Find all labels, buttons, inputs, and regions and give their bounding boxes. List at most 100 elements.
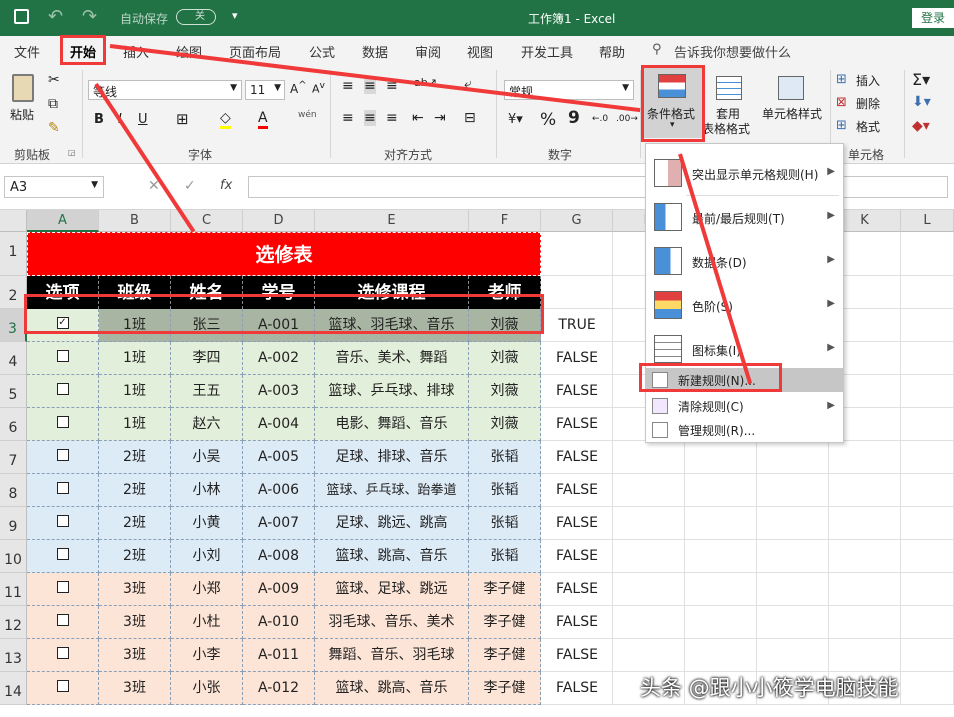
save-icon[interactable] — [14, 9, 29, 24]
align-left-icon[interactable]: ≡ — [342, 110, 354, 126]
empty-cell[interactable] — [613, 540, 685, 573]
tab-formulas[interactable]: 公式 — [309, 42, 335, 61]
checkbox[interactable] — [56, 680, 69, 692]
cell-name[interactable]: 李四 — [171, 342, 243, 375]
empty-cell[interactable] — [901, 474, 954, 507]
comma-button[interactable]: 9 — [568, 108, 580, 128]
checkbox-cell[interactable] — [27, 474, 99, 507]
empty-cell[interactable] — [901, 606, 954, 639]
table-title[interactable]: 选修表 — [27, 232, 541, 276]
cell-teacher[interactable]: 刘薇 — [469, 342, 541, 375]
insert-function-icon[interactable]: fx — [220, 178, 232, 193]
cell-class[interactable]: 2班 — [99, 540, 171, 573]
delete-cells-button[interactable]: 删除 — [856, 95, 880, 112]
checkbox-cell[interactable] — [27, 540, 99, 573]
select-all-corner[interactable] — [0, 210, 27, 232]
cell-class[interactable]: 1班 — [99, 342, 171, 375]
row-header-1[interactable]: 1 — [0, 232, 27, 276]
checkbox[interactable] — [56, 449, 69, 461]
cell-flag[interactable]: FALSE — [541, 507, 613, 540]
cell-course[interactable]: 音乐、美术、舞蹈 — [315, 342, 469, 375]
row-header-8[interactable]: 8 — [0, 474, 27, 507]
empty-cell[interactable] — [757, 573, 829, 606]
empty-cell[interactable] — [685, 507, 757, 540]
merge-center-icon[interactable]: ⊟ — [464, 110, 476, 126]
cell-class[interactable]: 2班 — [99, 507, 171, 540]
checkbox-cell[interactable] — [27, 375, 99, 408]
grow-font-icon[interactable]: A^ — [290, 80, 307, 96]
increase-indent-icon[interactable]: ⇥ — [434, 110, 446, 126]
cell-name[interactable]: 小李 — [171, 639, 243, 672]
cell-class[interactable]: 3班 — [99, 672, 171, 705]
font-color-icon[interactable]: A — [258, 110, 268, 129]
row-header-2[interactable]: 2 — [0, 276, 27, 309]
cell-flag[interactable]: FALSE — [541, 639, 613, 672]
cell-teacher[interactable]: 张韬 — [469, 441, 541, 474]
cell-flag[interactable]: FALSE — [541, 342, 613, 375]
cell-course[interactable]: 篮球、跳高、音乐 — [315, 672, 469, 705]
copy-icon[interactable]: ⧉ — [48, 96, 58, 112]
row-header-5[interactable]: 5 — [0, 375, 27, 408]
cell-id[interactable]: A-012 — [243, 672, 315, 705]
cell-id[interactable]: A-003 — [243, 375, 315, 408]
tab-file[interactable]: 文件 — [14, 42, 40, 61]
checkbox-cell[interactable] — [27, 672, 99, 705]
login-button[interactable]: 登录 — [912, 8, 954, 28]
cell-id[interactable]: A-009 — [243, 573, 315, 606]
cell-course[interactable]: 电影、舞蹈、音乐 — [315, 408, 469, 441]
cell-id[interactable]: A-004 — [243, 408, 315, 441]
row-header-13[interactable]: 13 — [0, 639, 27, 672]
row-header-4[interactable]: 4 — [0, 342, 27, 375]
cell-class[interactable]: 3班 — [99, 606, 171, 639]
empty-cell[interactable] — [901, 573, 954, 606]
row-header-12[interactable]: 12 — [0, 606, 27, 639]
empty-cell[interactable] — [901, 232, 954, 276]
bold-button[interactable]: B — [94, 112, 104, 127]
cell-id[interactable]: A-008 — [243, 540, 315, 573]
empty-cell[interactable] — [541, 232, 613, 276]
autosave-toggle[interactable]: 关 — [176, 9, 216, 25]
cell-teacher[interactable]: 刘薇 — [469, 408, 541, 441]
checkbox[interactable] — [56, 482, 69, 494]
empty-cell[interactable] — [829, 639, 901, 672]
empty-cell[interactable] — [685, 639, 757, 672]
checkbox-cell[interactable] — [27, 408, 99, 441]
cell-id[interactable]: A-007 — [243, 507, 315, 540]
empty-cell[interactable] — [757, 507, 829, 540]
clear-icon[interactable]: ◆▾ — [912, 118, 930, 134]
tab-developer[interactable]: 开发工具 — [521, 42, 573, 61]
checkbox[interactable] — [56, 383, 69, 395]
cell-flag[interactable]: FALSE — [541, 672, 613, 705]
empty-cell[interactable] — [613, 441, 685, 474]
cell-name[interactable]: 小张 — [171, 672, 243, 705]
cell-id[interactable]: A-010 — [243, 606, 315, 639]
empty-cell[interactable] — [829, 474, 901, 507]
cell-course[interactable]: 舞蹈、音乐、羽毛球 — [315, 639, 469, 672]
cell-teacher[interactable]: 李子健 — [469, 672, 541, 705]
cell-course[interactable]: 篮球、足球、跳远 — [315, 573, 469, 606]
align-top-icon[interactable]: ≡ — [342, 78, 354, 94]
column-header-A[interactable]: A — [27, 210, 99, 232]
underline-button[interactable]: U — [138, 112, 148, 127]
cell-flag[interactable]: FALSE — [541, 474, 613, 507]
cell-name[interactable]: 王五 — [171, 375, 243, 408]
row-header-14[interactable]: 14 — [0, 672, 27, 705]
row-header-3[interactable]: 3 — [0, 309, 27, 342]
cell-flag[interactable]: FALSE — [541, 441, 613, 474]
tab-data[interactable]: 数据 — [362, 42, 388, 61]
fill-color-icon[interactable]: ◇ — [220, 110, 231, 129]
menu-item-3[interactable]: 色阶(S) ▶ — [646, 284, 843, 326]
empty-cell[interactable] — [829, 540, 901, 573]
checkbox[interactable] — [56, 548, 69, 560]
cell-flag[interactable]: FALSE — [541, 375, 613, 408]
empty-cell[interactable] — [829, 573, 901, 606]
format-cells-icon[interactable]: ⊞ — [836, 118, 847, 133]
cell-name[interactable]: 小黄 — [171, 507, 243, 540]
row-header-10[interactable]: 10 — [0, 540, 27, 573]
paste-button[interactable]: 粘贴 — [10, 106, 34, 123]
empty-cell[interactable] — [685, 474, 757, 507]
cell-name[interactable]: 小郑 — [171, 573, 243, 606]
empty-cell[interactable] — [901, 672, 954, 705]
empty-cell[interactable] — [901, 441, 954, 474]
cell-teacher[interactable]: 李子健 — [469, 639, 541, 672]
